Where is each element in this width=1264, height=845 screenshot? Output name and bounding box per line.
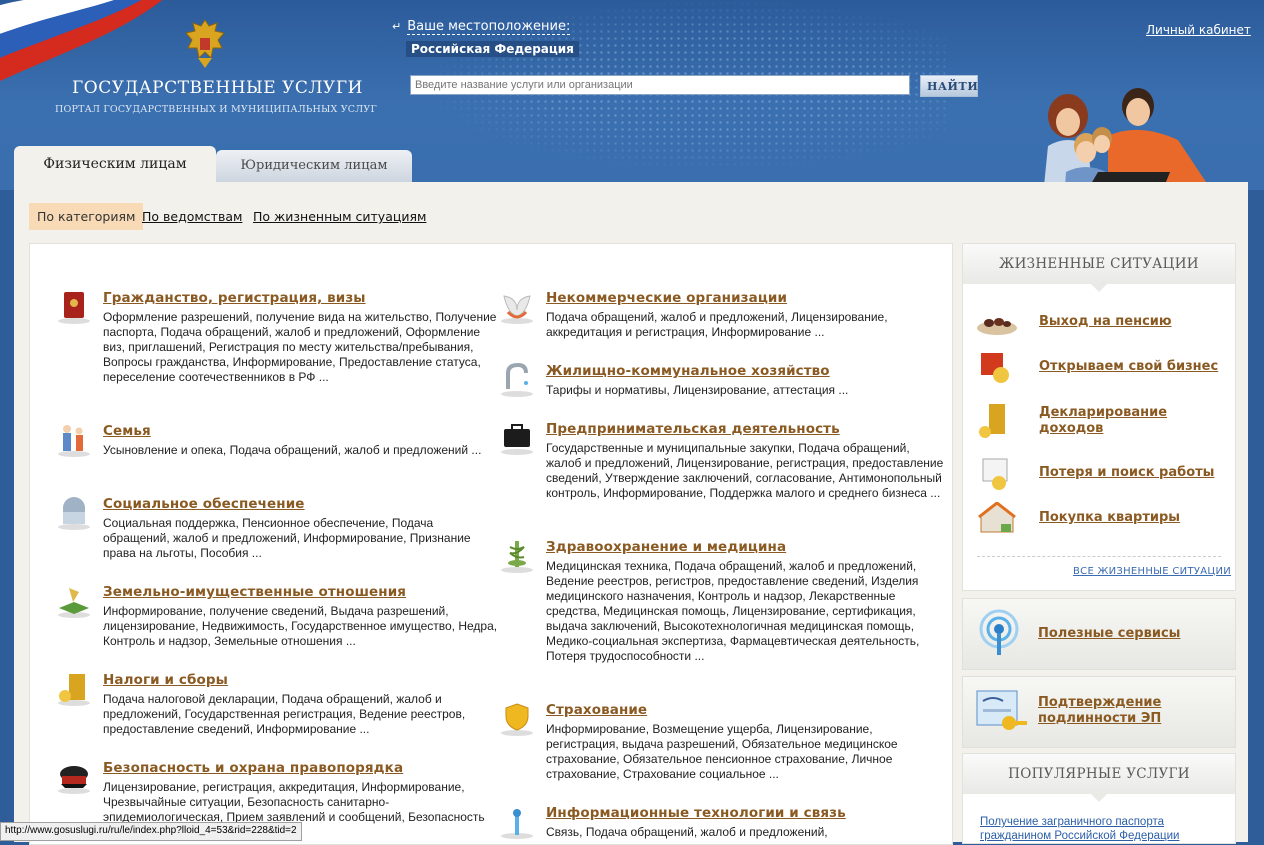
category-description: Социальная поддержка, Пенсионное обеспеч…	[103, 516, 471, 560]
life-item-label: Декларирование доходов	[1039, 405, 1168, 436]
divider	[977, 556, 1221, 557]
category-title[interactable]: Страхование	[546, 702, 946, 718]
useful-services-link[interactable]: Полезные сервисы	[1038, 626, 1180, 642]
category-title[interactable]: Информационные технологии и связь	[546, 805, 946, 821]
category-description: Оформление разрешений, получение вида на…	[103, 310, 497, 384]
filter-by-department[interactable]: По ведомствам	[142, 209, 242, 224]
category-title[interactable]: Некоммерческие организации	[546, 290, 946, 306]
category-title[interactable]: Здравоохранение и медицина	[546, 539, 946, 555]
filter-by-category[interactable]: По категориям	[29, 203, 144, 230]
life-item-label: Потеря и поиск работы	[1039, 465, 1215, 480]
category-title[interactable]: Семья	[103, 423, 503, 439]
category-title[interactable]: Предпринимательская деятельность	[546, 421, 946, 437]
police-cap-icon	[58, 766, 90, 794]
certificate-key-icon	[976, 690, 1027, 730]
life-item-label: Покупка квартиры	[1039, 510, 1181, 525]
categories-panel: Гражданство, регистрация, визы Оформлени…	[29, 243, 953, 845]
category-family: Семья Усыновление и опека, Подача обраще…	[58, 423, 503, 458]
declaration-icon	[979, 404, 1005, 438]
passport-icon	[58, 292, 90, 324]
life-item-label: Открываем свой бизнес	[1039, 359, 1219, 374]
category-description: Связь, Подача обращений, жалоб и предлож…	[546, 825, 828, 839]
category-description: Подача обращений, жалоб и предложений, Л…	[546, 310, 888, 339]
popular-service-link[interactable]: Получение заграничного паспорта граждани…	[980, 815, 1210, 841]
search-input[interactable]	[410, 75, 910, 95]
social-security-icon	[58, 497, 90, 530]
medicine-icon	[501, 541, 533, 573]
category-land-property: Земельно-имущественные отношения Информи…	[58, 584, 503, 649]
category-taxes: Налоги и сборы Подача налоговой декларац…	[58, 672, 503, 737]
category-healthcare: Здравоохранение и медицина Медицинская т…	[501, 539, 946, 664]
shield-icon	[501, 703, 533, 736]
popular-services-title: ПОПУЛЯРНЫЕ УСЛУГИ	[963, 754, 1235, 802]
tab-individuals[interactable]: Физическим лицам	[14, 146, 216, 186]
category-title[interactable]: Безопасность и охрана правопорядка	[103, 760, 503, 776]
job-search-icon	[982, 458, 1008, 490]
antenna-icon	[501, 809, 533, 839]
antenna-icon	[979, 609, 1019, 655]
location-value[interactable]: Российская Федерация	[406, 41, 579, 57]
all-life-situations-link[interactable]: ВСЕ ЖИЗНЕННЫЕ СИТУАЦИИ	[1073, 566, 1231, 577]
category-description: Государственные и муниципальные закупки,…	[546, 441, 944, 500]
tab-legal-entities[interactable]: Юридическим лицам	[216, 150, 412, 182]
personal-cabinet-link[interactable]: Личный кабинет	[1146, 23, 1251, 37]
category-title[interactable]: Земельно-имущественные отношения	[103, 584, 503, 600]
category-description: Информирование, получение сведений, Выда…	[103, 604, 498, 648]
category-description: Подача налоговой декларации, Подача обра…	[103, 692, 466, 736]
category-housing-utilities: Жилищно-коммунальное хозяйство Тарифы и …	[501, 362, 946, 398]
location-selector[interactable]: ↵ Ваше местоположение:	[392, 19, 571, 35]
category-description: Информирование, Возмещение ущерба, Лицен…	[546, 722, 898, 781]
category-description: Медицинская техника, Подача обращений, ж…	[546, 559, 920, 663]
filter-by-life-situation[interactable]: По жизненным ситуациям	[253, 209, 426, 224]
briefcase-icon	[501, 424, 533, 455]
category-it-communications: Информационные технологии и связь Связь,…	[501, 805, 946, 840]
life-situations-title: ЖИЗНЕННЫЕ СИТУАЦИИ	[963, 244, 1235, 292]
coat-of-arms-icon	[185, 19, 225, 68]
category-description: Тарифы и нормативы, Лицензирование, атте…	[546, 383, 849, 397]
category-description: Усыновление и опека, Подача обращений, ж…	[103, 443, 482, 457]
category-title[interactable]: Налоги и сборы	[103, 672, 503, 688]
site-title: ГОСУДАРСТВЕННЫЕ УСЛУГИ	[72, 78, 363, 98]
site-subtitle: ПОРТАЛ ГОСУДАРСТВЕННЫХ И МУНИЦИПАЛЬНЫХ У…	[55, 104, 377, 115]
signature-check-link[interactable]: Подтверждение подлинности ЭП	[1038, 695, 1235, 727]
category-insurance: Страхование Информирование, Возмещение у…	[501, 702, 946, 782]
category-title[interactable]: Социальное обеспечение	[103, 496, 503, 512]
faucet-icon	[501, 362, 533, 397]
land-property-icon	[58, 588, 90, 618]
signature-check-box[interactable]: Подтверждение подлинности ЭП	[962, 676, 1236, 748]
life-item-label: Выход на пенсию	[1039, 314, 1172, 329]
life-situations-panel: ЖИЗНЕННЫЕ СИТУАЦИИ Выход на пенсию Откры…	[962, 243, 1236, 591]
dove-icon	[501, 295, 533, 324]
category-nonprofit: Некоммерческие организации Подача обраще…	[501, 290, 946, 340]
browser-status-bar: http://www.gosuslugi.ru/ru/le/index.php?…	[0, 822, 302, 841]
search-button[interactable]: НАЙТИ	[920, 75, 978, 97]
category-entrepreneurship: Предпринимательская деятельность Государ…	[501, 421, 946, 501]
business-icon	[981, 353, 1009, 383]
useful-services-box[interactable]: Полезные сервисы	[962, 598, 1236, 670]
category-citizenship: Гражданство, регистрация, визы Оформлени…	[58, 290, 503, 385]
taxes-icon	[58, 674, 90, 706]
house-icon	[978, 502, 1016, 533]
category-title[interactable]: Жилищно-коммунальное хозяйство	[546, 363, 946, 379]
category-social-security: Социальное обеспечение Социальная поддер…	[58, 496, 503, 561]
pension-icon	[977, 318, 1017, 335]
family-icon	[58, 425, 90, 457]
location-arrow-icon: ↵	[392, 20, 402, 33]
location-label: Ваше местоположение:	[407, 19, 571, 35]
category-title[interactable]: Гражданство, регистрация, визы	[103, 290, 503, 306]
